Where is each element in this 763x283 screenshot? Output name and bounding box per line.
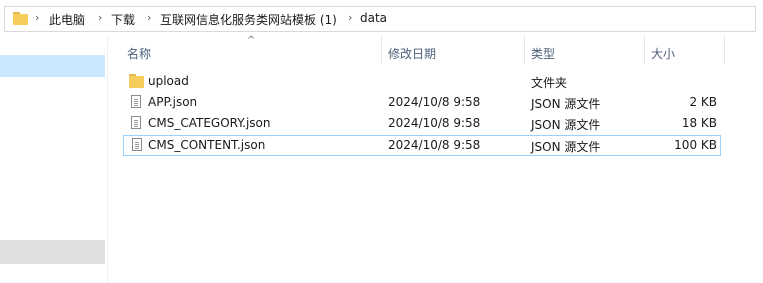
chevron-right-icon[interactable]: ›	[98, 11, 102, 24]
chevron-right-icon[interactable]: ›	[35, 11, 39, 24]
file-row[interactable]: APP.json 2024/10/8 9:58 JSON 源文件 2 KB	[123, 93, 721, 113]
file-type: 文件夹	[531, 76, 568, 90]
breadcrumb-this-pc[interactable]: 此电脑	[49, 11, 85, 28]
file-name: CMS_CONTENT.json	[148, 138, 266, 152]
file-name: APP.json	[148, 95, 198, 109]
folder-icon	[13, 12, 28, 25]
file-size: 18 KB	[681, 116, 717, 130]
sort-ascending-icon: ^	[247, 35, 256, 46]
file-row[interactable]: CMS_CATEGORY.json 2024/10/8 9:58 JSON 源文…	[123, 114, 721, 134]
address-bar[interactable]: › 此电脑 › 下载 › 互联网信息化服务类网站模板 (1) › data	[4, 6, 756, 32]
file-name: CMS_CATEGORY.json	[148, 116, 271, 130]
nav-selected-item[interactable]	[0, 55, 105, 77]
file-explorer-window: › 此电脑 › 下载 › 互联网信息化服务类网站模板 (1) › data ^ …	[0, 0, 763, 283]
breadcrumb-template-folder[interactable]: 互联网信息化服务类网站模板 (1)	[160, 11, 337, 28]
breadcrumb-data[interactable]: data	[360, 11, 387, 25]
breadcrumb-downloads[interactable]: 下载	[111, 11, 135, 28]
navigation-pane[interactable]	[0, 36, 105, 283]
nav-hover-item[interactable]	[0, 240, 105, 264]
column-header-size[interactable]: 大小	[651, 45, 675, 62]
file-row[interactable]: upload 文件夹	[123, 72, 721, 92]
file-type: JSON 源文件	[531, 118, 601, 132]
column-divider[interactable]	[644, 36, 645, 64]
column-header-date[interactable]: 修改日期	[388, 45, 436, 62]
chevron-right-icon[interactable]: ›	[348, 11, 352, 24]
file-type: JSON 源文件	[531, 140, 601, 154]
column-header-name[interactable]: 名称	[127, 45, 151, 62]
file-size: 2 KB	[689, 95, 717, 109]
json-file-icon	[132, 138, 142, 151]
file-date: 2024/10/8 9:58	[388, 116, 481, 130]
json-file-icon	[131, 95, 141, 108]
column-divider[interactable]	[724, 36, 725, 64]
pane-divider[interactable]	[107, 36, 108, 283]
folder-icon	[129, 74, 144, 88]
file-row-selected[interactable]: CMS_CONTENT.json 2024/10/8 9:58 JSON 源文件…	[123, 135, 721, 156]
file-name: upload	[148, 74, 189, 88]
column-divider[interactable]	[524, 36, 525, 64]
column-divider[interactable]	[381, 36, 382, 64]
column-headers: ^ 名称 修改日期 类型 大小	[108, 35, 763, 66]
column-header-type[interactable]: 类型	[531, 45, 555, 62]
chevron-right-icon[interactable]: ›	[147, 11, 151, 24]
file-date: 2024/10/8 9:58	[388, 95, 481, 109]
file-size: 100 KB	[674, 138, 717, 152]
file-type: JSON 源文件	[531, 97, 601, 111]
file-date: 2024/10/8 9:58	[388, 138, 481, 152]
json-file-icon	[131, 116, 141, 129]
